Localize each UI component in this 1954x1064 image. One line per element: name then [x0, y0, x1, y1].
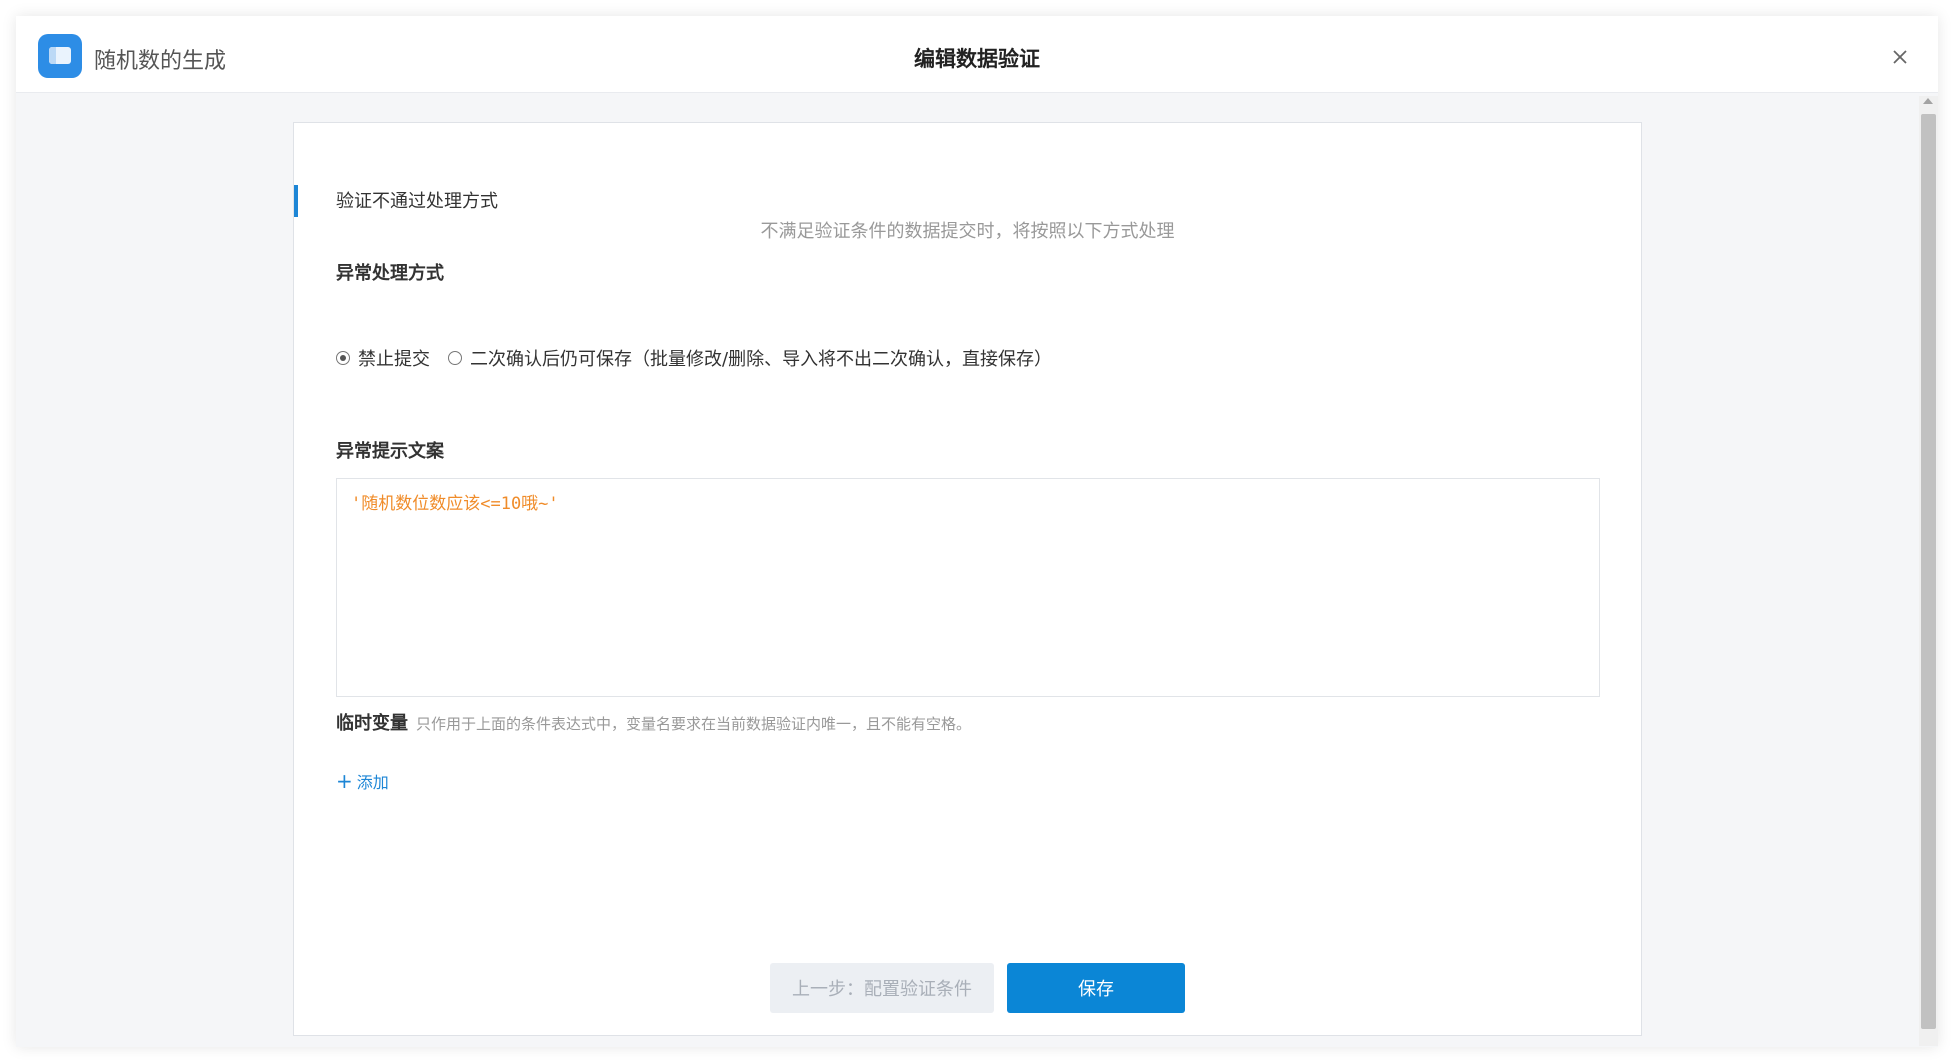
edit-validation-dialog: 随机数的生成 编辑数据验证 验证不通过处理方式 不满足验证条件的数据提交时，将按… [16, 16, 1938, 1047]
exception-mode-radio-group: 禁止提交 二次确认后仍可保存（批量修改/删除、导入将不出二次确认，直接保存） [336, 346, 1052, 370]
radio-forbid-submit[interactable]: 禁止提交 [336, 345, 430, 371]
scroll-up-arrow-icon[interactable] [1923, 98, 1933, 104]
close-icon[interactable] [1889, 46, 1911, 68]
add-label: 添加 [356, 773, 389, 792]
radio-label: 禁止提交 [358, 349, 430, 370]
section-description: 不满足验证条件的数据提交时，将按照以下方式处理 [760, 221, 1175, 242]
radio-label: 二次确认后仍可保存（批量修改/删除、导入将不出二次确认，直接保存） [470, 349, 1053, 370]
exception-mode-label: 异常处理方式 [336, 263, 444, 284]
add-temp-var-link[interactable]: + 添加 [336, 769, 389, 793]
save-button[interactable]: 保存 [1007, 963, 1185, 1013]
exception-message-editor[interactable]: '随机数位数应该<=10哦~' [336, 478, 1600, 697]
section-accent-bar [294, 185, 298, 217]
exception-message-label: 异常提示文案 [336, 441, 444, 462]
radio-unchecked-icon [448, 351, 462, 365]
radio-checked-icon [336, 351, 350, 365]
dialog-header: 随机数的生成 编辑数据验证 [16, 16, 1938, 93]
prev-step-button[interactable]: 上一步：配置验证条件 [770, 963, 994, 1013]
scrollbar-thumb[interactable] [1921, 114, 1936, 1029]
radio-confirm-then-save[interactable]: 二次确认后仍可保存（批量修改/删除、导入将不出二次确认，直接保存） [448, 345, 1052, 371]
temp-vars-hint: 只作用于上面的条件表达式中，变量名要求在当前数据验证内唯一，且不能有空格。 [416, 715, 972, 733]
temp-vars-row: 临时变量 只作用于上面的条件表达式中，变量名要求在当前数据验证内唯一，且不能有空… [336, 709, 971, 735]
form-panel: 验证不通过处理方式 不满足验证条件的数据提交时，将按照以下方式处理 异常处理方式… [293, 122, 1642, 1036]
section-title: 验证不通过处理方式 [336, 191, 498, 212]
plus-icon: + [336, 769, 353, 793]
exception-message-value: '随机数位数应该<=10哦~' [351, 494, 559, 514]
temp-vars-label: 临时变量 [336, 713, 408, 734]
dialog-title: 编辑数据验证 [914, 47, 1040, 71]
